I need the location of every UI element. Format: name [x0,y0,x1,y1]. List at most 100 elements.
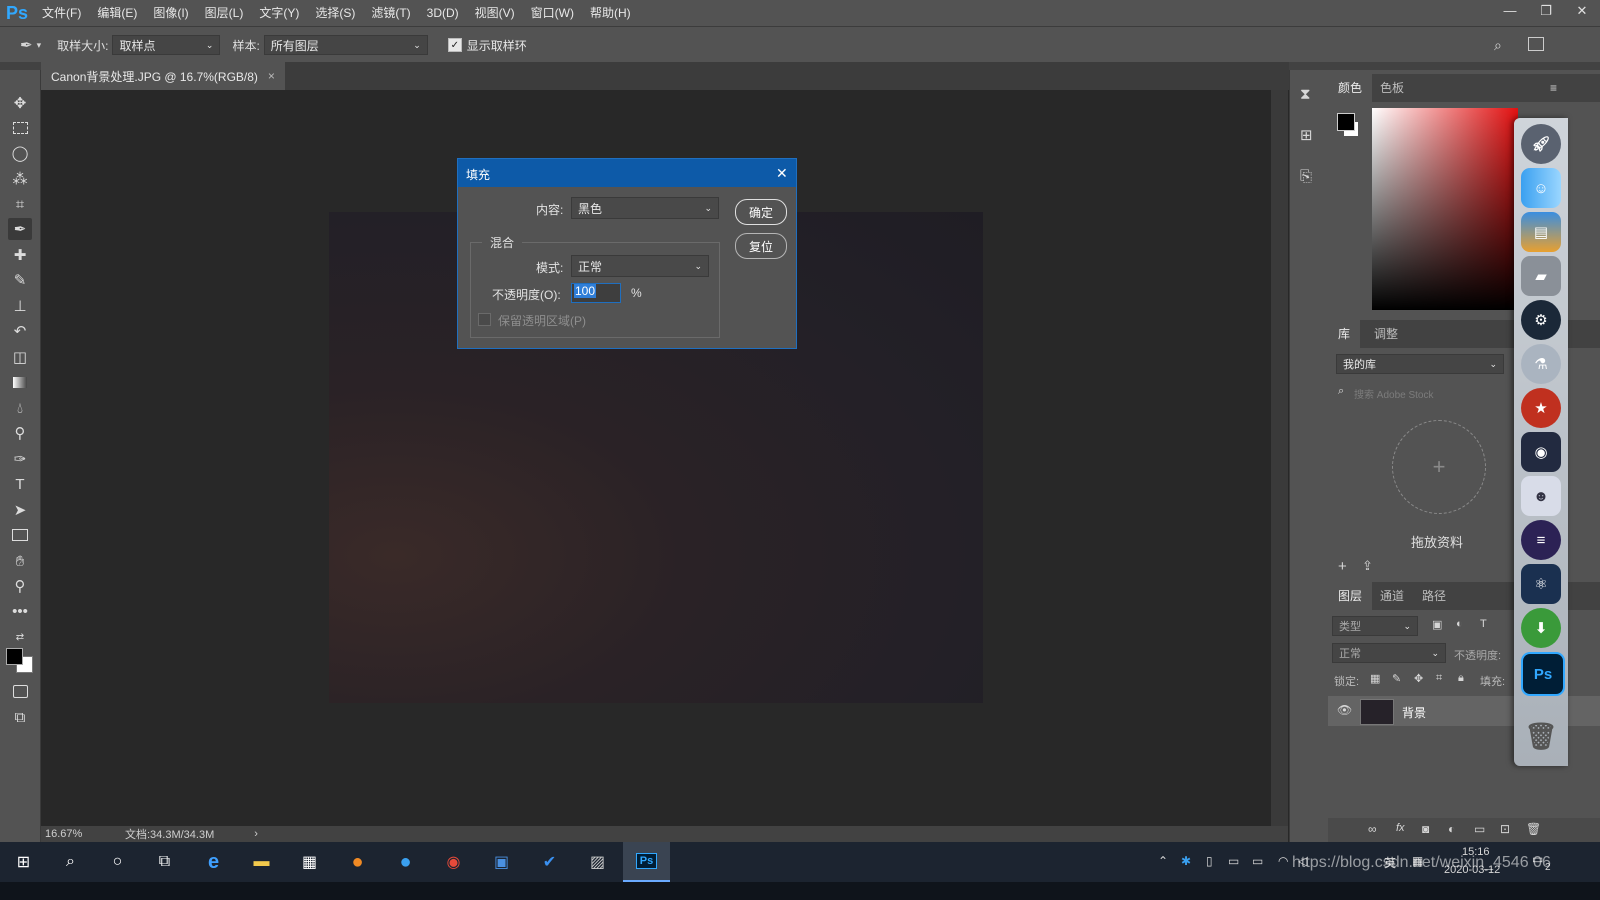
layer-mask-icon[interactable]: ◙ [1422,822,1429,836]
zoom-tool-icon[interactable]: ⚲ [8,575,32,597]
lasso-tool-icon[interactable]: ◯ [8,142,32,164]
usb-drive-app-icon[interactable]: ▰ [1521,256,1561,296]
library-select[interactable]: 我的库 ⌄ [1336,354,1504,374]
ok-button[interactable]: 确定 [735,199,787,225]
menu-edit[interactable]: 编辑(E) [89,0,145,26]
color-picker-field[interactable] [1372,108,1518,310]
eclipse-app-icon[interactable]: ≡ [1521,520,1561,560]
preserve-transparency-checkbox[interactable] [478,313,491,326]
close-icon[interactable]: ✕ [776,165,788,182]
library-drop-zone[interactable]: + [1392,420,1486,514]
history-panel-icon[interactable]: ⧗ [1300,86,1311,103]
group-folder-icon[interactable]: ▭ [1474,822,1485,836]
tab-library[interactable]: 库 [1328,320,1361,348]
move-tool-icon[interactable]: ✥ [8,92,32,114]
show-hidden-icons[interactable]: ⌃ [1158,854,1168,868]
add-library-item-icon[interactable]: + [1338,558,1347,575]
menu-type[interactable]: 文字(Y) [251,0,307,26]
eye-icon[interactable]: 👁︎ [1337,703,1352,717]
menu-select[interactable]: 选择(S) [307,0,363,26]
remote-app-icon[interactable]: ▣ [478,842,525,882]
gradient-tool-icon[interactable] [8,371,32,393]
mode-select[interactable]: 正常 ⌄ [571,255,709,277]
tool-preset-chevron-icon[interactable]: ▾ [37,40,42,51]
eraser-tool-icon[interactable]: ◫ [8,346,32,368]
library-search-input[interactable]: 搜索 Adobe Stock [1354,386,1433,401]
utility-app-icon[interactable]: ⚗ [1521,344,1561,384]
content-select[interactable]: 黑色 ⌄ [571,197,719,219]
battery-icon[interactable]: ▭ [1252,854,1263,868]
usb-tray-icon[interactable]: ▯ [1206,854,1213,868]
minimize-button[interactable]: — [1492,0,1528,22]
trash-dock-icon[interactable]: 🗑︎ [1521,716,1561,756]
tray-app-icon[interactable]: ✱ [1181,854,1191,868]
marquee-tool-icon[interactable] [8,117,32,139]
task-view-icon[interactable]: ⧉ [141,842,188,882]
close-tab-icon[interactable]: × [268,69,275,83]
tab-swatches[interactable]: 色板 [1370,74,1414,102]
sample-size-select[interactable]: 取样点 ⌄ [112,35,221,55]
sample-select[interactable]: 所有图层 ⌄ [263,35,428,55]
tab-paths[interactable]: 路径 [1412,582,1456,610]
menu-view[interactable]: 视图(V) [467,0,523,26]
search-icon[interactable]: ⌕ [47,842,94,882]
history-brush-tool-icon[interactable]: ↶ [8,320,32,342]
quick-mask-icon[interactable] [8,680,32,702]
cortana-icon[interactable]: ○ [94,842,141,882]
atom-app-icon[interactable]: ⚛ [1521,564,1561,604]
red-app-icon[interactable]: ◉ [430,842,477,882]
opacity-input[interactable]: 100 [571,283,621,303]
menu-layer[interactable]: 图层(L) [197,0,252,26]
display-tray-icon[interactable]: ▭ [1228,854,1239,868]
lock-all-icon[interactable]: 🔒︎ [1458,672,1464,685]
filter-type-icon[interactable]: T [1480,618,1487,630]
quick-select-tool-icon[interactable]: ⁂ [8,168,32,190]
menu-image[interactable]: 图像(I) [145,0,196,26]
download-app-icon[interactable]: ⬇ [1521,608,1561,648]
type-tool-icon[interactable]: T [8,473,32,495]
layer-filter-select[interactable]: 类型 ⌄ [1332,616,1418,636]
search-icon[interactable]: ⌕ [1494,37,1502,54]
menu-window[interactable]: 窗口(W) [523,0,582,26]
trash-icon[interactable]: 🗑︎ [1526,822,1541,836]
rectangle-tool-icon[interactable] [8,524,32,546]
filter-adjustment-icon[interactable]: ◐ [1456,618,1463,630]
document-tab[interactable]: Canon背景处理.JPG @ 16.7%(RGB/8) × [41,62,285,90]
brush-tool-icon[interactable]: ✎ [8,269,32,291]
archive-app-icon[interactable]: ▤ [1521,212,1561,252]
vertical-scrollbar[interactable] [1271,90,1288,826]
tab-color[interactable]: 颜色 [1328,74,1373,102]
orange-app-icon[interactable]: ● [334,842,381,882]
start-windows-icon[interactable]: ⊞ [0,842,47,882]
crop-tool-icon[interactable]: ⌗ [8,193,32,215]
anime-app-icon[interactable]: ☻ [1521,476,1561,516]
filter-pixel-icon[interactable]: ▣ [1432,618,1442,631]
swap-colors-icon[interactable]: ⇄ [8,626,32,648]
finder-app-icon[interactable]: ☺ [1521,168,1561,208]
healing-brush-tool-icon[interactable]: ✚ [8,244,32,266]
new-layer-icon[interactable]: ⊡ [1500,822,1510,836]
lock-transparent-icon[interactable]: ▦ [1370,672,1380,685]
close-window-button[interactable]: ✕ [1564,0,1600,22]
camera-app-icon[interactable]: ◉ [1521,432,1561,472]
lock-image-icon[interactable]: ✎ [1392,672,1401,685]
menu-file[interactable]: 文件(F) [34,0,89,26]
show-ring-checkbox[interactable]: ✓ [447,38,462,52]
menu-help[interactable]: 帮助(H) [582,0,639,26]
store-icon[interactable]: ▦ [286,842,333,882]
hand-tool-icon[interactable]: ✋︎ [8,550,32,572]
pen-tool-icon[interactable]: ✑ [8,448,32,470]
tab-layers[interactable]: 图层 [1328,582,1373,610]
eyedropper-icon[interactable]: ✒ [20,36,33,54]
path-select-tool-icon[interactable]: ➤ [8,499,32,521]
workspace-icon[interactable] [1528,37,1544,51]
menu-3d[interactable]: 3D(D) [419,0,467,26]
reset-button[interactable]: 复位 [735,233,787,259]
eyedropper-tool-icon[interactable]: ✒ [8,218,32,240]
panel-menu-icon[interactable]: ≡ [1550,81,1557,95]
blur-tool-icon[interactable]: 💧︎ [8,397,32,419]
rocket-app-icon[interactable]: 🚀︎ [1521,124,1561,164]
lock-artboard-icon[interactable]: ⌗ [1436,672,1442,685]
fx-icon[interactable]: fx [1396,822,1405,834]
properties-panel-icon[interactable]: ⊞ [1300,126,1313,144]
